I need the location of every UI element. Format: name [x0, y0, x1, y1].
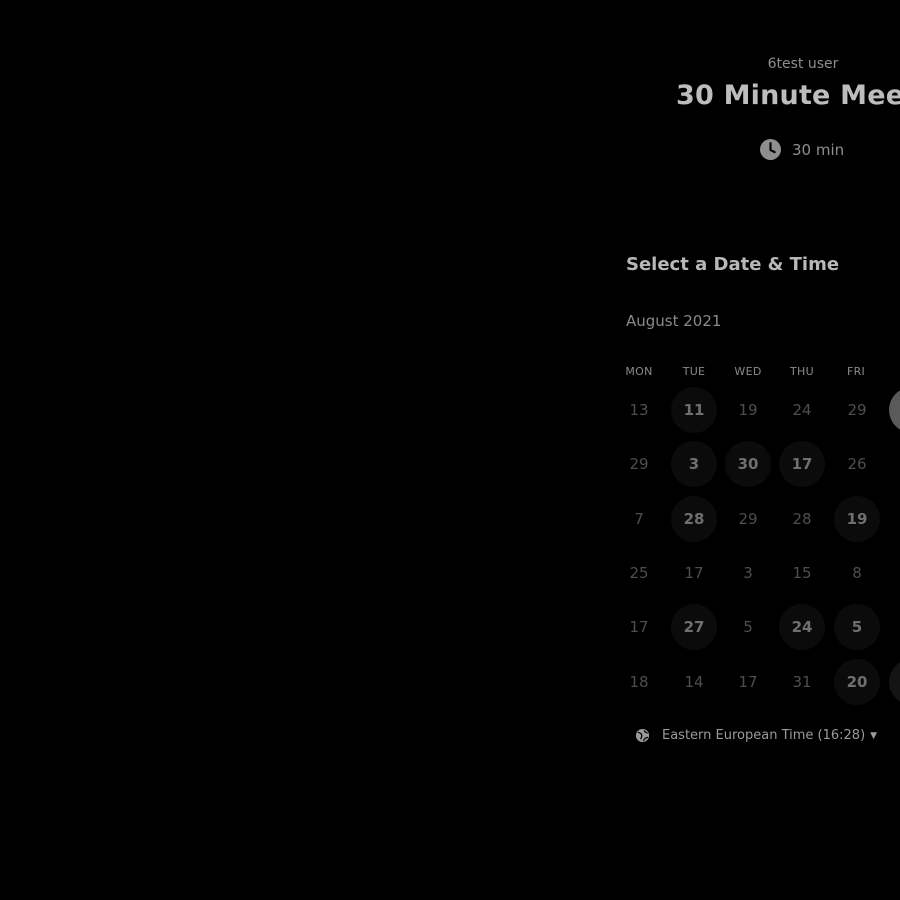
- month-label: August 2021: [626, 312, 722, 330]
- calendar-day: 3: [743, 564, 753, 582]
- calendar-day: 17: [629, 618, 649, 636]
- calendar-day: 14: [684, 673, 704, 691]
- weekday-thu: THU: [790, 365, 814, 378]
- calendar-day: 29: [847, 401, 867, 419]
- calendar-day: 18: [629, 673, 649, 691]
- calendar-day-available[interactable]: 20: [834, 659, 880, 705]
- calendar-day: 31: [792, 673, 812, 691]
- booking-page: 6test user 30 Minute Meeting 30 min Sele…: [0, 0, 900, 900]
- calendar-day-available[interactable]: 11: [671, 387, 717, 433]
- organizer-name: 6test user: [767, 56, 839, 72]
- calendar-day: 17: [738, 673, 758, 691]
- weekday-mon: MON: [625, 365, 653, 378]
- calendar-day: 13: [629, 401, 649, 419]
- clock-icon: [760, 139, 781, 160]
- timezone-label: Eastern European Time (16:28): [662, 728, 866, 743]
- select-date-title: Select a Date & Time: [626, 254, 840, 275]
- caret-down-icon: ▼: [870, 730, 878, 741]
- calendar-day-available[interactable]: 24: [779, 604, 825, 650]
- calendar-day-available[interactable]: 5: [834, 604, 880, 650]
- weekday-wed: WED: [734, 365, 762, 378]
- weekday-fri: FRI: [846, 365, 866, 378]
- calendar-day-available[interactable]: 19: [834, 496, 880, 542]
- calendar-day-available[interactable]: 28: [671, 496, 717, 542]
- calendar-day: 28: [792, 510, 812, 528]
- calendar-day-available[interactable]: 30: [725, 441, 771, 487]
- calendar-day-available[interactable]: 17: [779, 441, 825, 487]
- calendar-day-available[interactable]: 3: [671, 441, 717, 487]
- calendar-day: 8: [852, 564, 862, 582]
- calendar-day: 15: [792, 564, 812, 582]
- selected-day-partial[interactable]: [889, 387, 900, 433]
- timezone-selector[interactable]: Eastern European Time (16:28) ▼: [635, 728, 877, 743]
- calendar-day: 7: [634, 510, 644, 528]
- available-day-partial[interactable]: [889, 659, 900, 705]
- calendar-day: 19: [738, 401, 758, 419]
- calendar-day-available[interactable]: 27: [671, 604, 717, 650]
- weekday-tue: TUE: [682, 365, 706, 378]
- event-title: 30 Minute Meeting: [676, 80, 900, 111]
- calendar-day: 5: [743, 618, 753, 636]
- event-duration: 30 min: [760, 139, 844, 160]
- calendar-day: 17: [684, 564, 704, 582]
- calendar-day: 29: [629, 455, 649, 473]
- calendar-day: 26: [847, 455, 867, 473]
- calendar-day: 24: [792, 401, 812, 419]
- globe-icon: [635, 728, 650, 743]
- calendar-day: 29: [738, 510, 758, 528]
- duration-label: 30 min: [792, 140, 845, 159]
- calendar-day: 25: [629, 564, 649, 582]
